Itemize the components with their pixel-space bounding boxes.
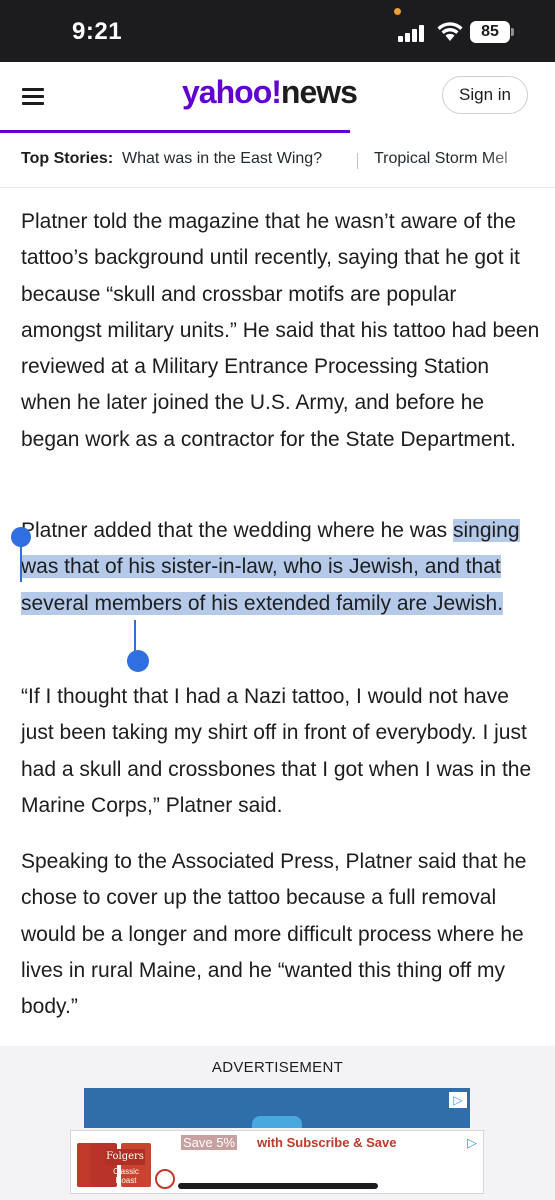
sign-in-button[interactable]: Sign in	[442, 76, 528, 114]
ad-cta-text[interactable]: with Subscribe & Save	[257, 1135, 396, 1150]
ad-brand-logo: Folgers	[105, 1149, 145, 1165]
ad-banner-button[interactable]	[252, 1116, 302, 1128]
top-stories-divider	[357, 153, 358, 169]
status-bar: 9:21 85	[0, 0, 555, 62]
top-stories-bar: Top Stories: What was in the East Wing? …	[0, 134, 555, 188]
top-stories-label: Top Stories:	[21, 150, 114, 167]
article-paragraph: Speaking to the Associated Press, Platne…	[21, 850, 527, 1019]
site-header: yahoo!news Sign in	[0, 62, 555, 132]
article-paragraph: “If I thought that I had a Nazi tattoo, …	[21, 685, 532, 817]
privacy-indicator-dot	[394, 8, 401, 15]
logo-yahoo-text: yahoo!	[182, 74, 282, 110]
paragraph-text: Platner added that the wedding where he …	[21, 519, 453, 542]
battery-icon: 85	[470, 21, 510, 43]
wifi-icon	[437, 22, 463, 41]
top-story-link[interactable]: What was in the East Wing?	[122, 150, 322, 168]
hamburger-menu-icon[interactable]	[22, 86, 44, 106]
article-paragraph: Platner told the magazine that he wasn’t…	[21, 210, 540, 451]
selection-cursor-end	[134, 620, 136, 654]
top-stories-fade	[485, 134, 555, 187]
logo-news-text: news	[280, 74, 358, 110]
coffee-product-image: Folgers Classic Roast	[77, 1139, 175, 1191]
signal-icon	[398, 24, 428, 42]
adchoices-icon[interactable]: ▷	[449, 1092, 467, 1108]
ad-save-badge: Save 5%	[181, 1135, 238, 1150]
yahoo-news-logo[interactable]: yahoo!news	[182, 74, 358, 111]
advertisement-area: ADVERTISEMENT ▷ Folgers Classic Roast Sa…	[0, 1046, 555, 1200]
coupon-icon	[155, 1169, 175, 1189]
header-progress-bar	[0, 130, 350, 133]
article-paragraph: Platner added that the wedding where he …	[21, 513, 541, 622]
advertisement-label: ADVERTISEMENT	[211, 1059, 344, 1076]
battery-nub	[511, 28, 514, 36]
ad-banner[interactable]	[84, 1088, 470, 1128]
selection-handle-start[interactable]	[11, 527, 31, 547]
selection-handle-end[interactable]	[127, 650, 149, 672]
status-time: 9:21	[72, 18, 123, 45]
ad-product-subtitle: Classic Roast	[113, 1167, 139, 1185]
adchoices-icon[interactable]: ▷	[467, 1135, 477, 1151]
home-indicator[interactable]	[178, 1183, 378, 1189]
